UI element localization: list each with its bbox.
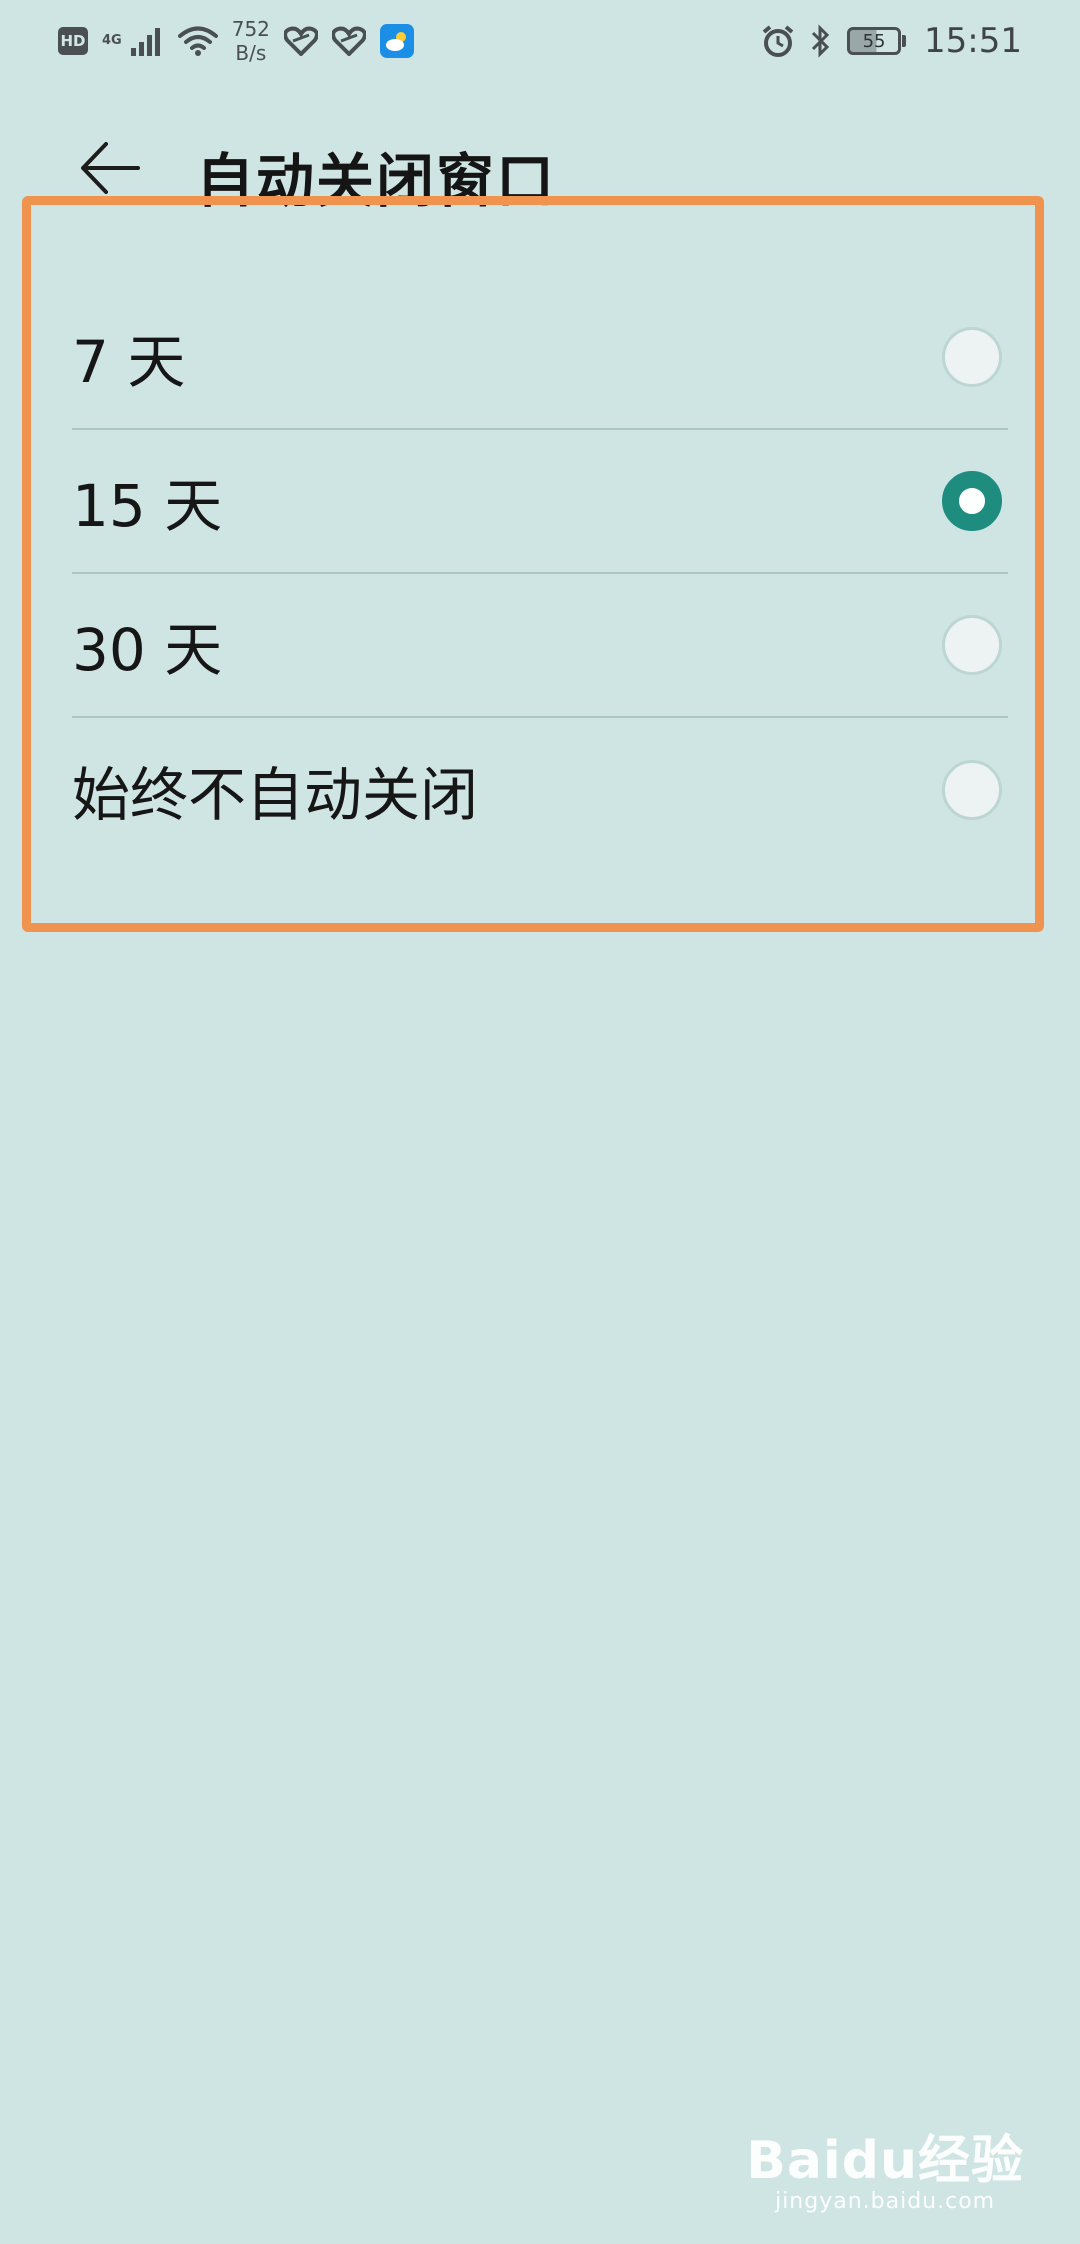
status-bar-left: HD 4G 752 B/s	[58, 17, 414, 65]
option-7-days[interactable]: 7 天	[72, 286, 1008, 430]
radio-button-unselected[interactable]	[942, 327, 1002, 387]
network-generation: 4G	[102, 33, 122, 48]
app-heart-icon-2	[331, 26, 366, 56]
wifi-icon	[177, 26, 218, 56]
option-label: 15 天	[72, 472, 223, 540]
watermark: Baidu经验 jingyan.baidu.com	[746, 2133, 1024, 2214]
battery-indicator: 55	[847, 27, 907, 55]
weather-app-icon	[379, 24, 414, 58]
arrow-left-icon	[81, 142, 140, 194]
status-time: 15:51	[924, 21, 1022, 61]
option-list: 7 天 15 天 30 天 始终不自动关闭	[72, 286, 1008, 862]
hd-badge: HD	[58, 27, 88, 55]
network-speed: 752 B/s	[232, 17, 270, 65]
bluetooth-icon	[811, 24, 830, 58]
alarm-icon	[762, 25, 794, 57]
battery-level: 55	[862, 30, 886, 52]
option-never-close[interactable]: 始终不自动关闭	[72, 718, 1008, 862]
option-30-days[interactable]: 30 天	[72, 574, 1008, 718]
speed-unit: B/s	[235, 41, 267, 65]
speed-value: 752	[231, 17, 270, 41]
battery-icon: 55	[847, 27, 902, 55]
signal-icon	[130, 28, 160, 56]
option-15-days[interactable]: 15 天	[72, 430, 1008, 574]
radio-button-unselected[interactable]	[942, 615, 1002, 675]
watermark-url: jingyan.baidu.com	[775, 2189, 996, 2214]
app-heart-icon	[283, 26, 318, 56]
radio-button-unselected[interactable]	[942, 760, 1002, 820]
status-bar-right: 55 15:51	[761, 21, 1022, 61]
watermark-logo: Baidu经验	[746, 2131, 1024, 2191]
option-label: 7 天	[72, 328, 186, 396]
radio-button-selected[interactable]	[942, 471, 1002, 531]
status-bar: HD 4G 752 B/s 55 15:51	[0, 0, 1080, 82]
option-label: 始终不自动关闭	[72, 761, 479, 829]
option-label: 30 天	[72, 616, 223, 684]
battery-tip	[902, 35, 907, 47]
